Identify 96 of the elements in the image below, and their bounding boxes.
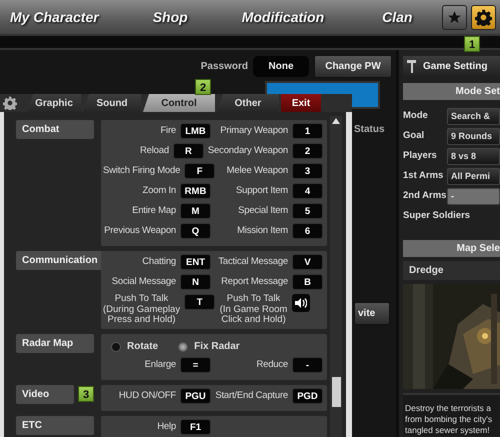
- password-field[interactable]: None: [253, 56, 309, 76]
- key-label: Mission Item: [236, 224, 288, 238]
- key-binding[interactable]: 6: [292, 223, 323, 239]
- key-binding[interactable]: N: [180, 274, 211, 290]
- tab[interactable]: Other: [217, 94, 279, 112]
- callout-badge: 3: [78, 386, 94, 402]
- description-line: Destroy the terrorists a: [405, 403, 492, 414]
- invite-button[interactable]: vite: [354, 302, 390, 325]
- nav-tab[interactable]: Clan: [382, 6, 412, 28]
- key-label: Melee Weapon: [226, 164, 288, 178]
- key-binding[interactable]: V: [292, 254, 323, 270]
- radio-option[interactable]: Fix Radar: [178, 339, 240, 354]
- star-icon: [447, 10, 462, 24]
- column-header: Status: [354, 123, 386, 137]
- key-binding[interactable]: R: [172, 143, 204, 159]
- favorites-button[interactable]: [442, 4, 467, 30]
- dropdown: -: [447, 188, 500, 204]
- nav-tab[interactable]: My Character: [10, 6, 99, 28]
- key-binding[interactable]: 3: [292, 163, 323, 179]
- key-binding[interactable]: =: [180, 356, 211, 372]
- category-label: ETC: [16, 416, 94, 434]
- key-label: Reduce: [255, 358, 288, 372]
- key-binding[interactable]: 1: [292, 123, 323, 139]
- key-binding[interactable]: -: [292, 356, 323, 372]
- section-header: Mode Set: [403, 83, 500, 100]
- scrollbar[interactable]: [330, 116, 342, 437]
- key-label: Push To Talk (In Game Room Click and Hold): [219, 294, 288, 326]
- change-password-button[interactable]: Change PW: [314, 54, 392, 78]
- key-label: Primary Weapon: [219, 124, 288, 138]
- key-label: Zoom In: [142, 184, 176, 198]
- setting-label: Players: [403, 148, 438, 163]
- key-binding[interactable]: PGU: [180, 388, 211, 404]
- key-label: Secondary Weapon: [208, 144, 288, 158]
- key-label: Switch Firing Mode: [103, 164, 180, 178]
- setting-label: Mode: [403, 108, 429, 123]
- key-label: Start/End Capture: [215, 388, 288, 402]
- key-binding[interactable]: T: [184, 294, 216, 310]
- scroll-up-icon[interactable]: [332, 118, 340, 124]
- password-label: Password: [200, 60, 248, 74]
- map-name: Dredge: [403, 261, 500, 280]
- description-line: tangled sewer system!: [405, 425, 491, 436]
- settings-button[interactable]: [471, 4, 496, 30]
- key-label: Tactical Message: [217, 255, 288, 269]
- dropdown[interactable]: Search &: [447, 108, 500, 124]
- panel-title: Game Setting: [423, 60, 488, 74]
- speaker-button[interactable]: [292, 294, 310, 312]
- key-binding[interactable]: RMB: [180, 183, 211, 199]
- callout-badge: 2: [195, 79, 211, 95]
- tab[interactable]: Sound: [83, 94, 141, 112]
- dropdown[interactable]: All Permi: [447, 168, 500, 184]
- setting-label: Super Soldiers: [403, 208, 470, 223]
- tab[interactable]: Graphic: [27, 94, 81, 112]
- key-binding[interactable]: 5: [292, 203, 323, 219]
- key-binding[interactable]: F1: [180, 418, 211, 434]
- key-binding[interactable]: ENT: [180, 254, 211, 270]
- description-line: from bombing the city's: [405, 414, 494, 425]
- key-label: Push To Talk (During Gameplay Press and Hold): [103, 294, 180, 326]
- key-label: Social Message: [110, 275, 176, 289]
- key-label: Help: [156, 420, 176, 434]
- hammer-icon: [407, 59, 417, 73]
- nav-tab[interactable]: Shop: [152, 6, 188, 28]
- key-label: Support Item: [235, 184, 288, 198]
- key-label: Fire: [159, 124, 176, 138]
- settings-icon: [475, 8, 492, 26]
- category-label: Combat: [16, 120, 94, 139]
- scroll-thumb[interactable]: [332, 377, 340, 407]
- key-label: Entire Map: [131, 204, 176, 218]
- setting-label: 1st Arms: [403, 168, 443, 183]
- key-binding[interactable]: 2: [292, 143, 323, 159]
- key-label: Previous Weapon: [103, 224, 176, 238]
- key-binding[interactable]: 4: [292, 183, 323, 199]
- callout-badge: 1: [464, 36, 480, 52]
- key-label: Special Item: [237, 204, 288, 218]
- dropdown[interactable]: 9 Rounds: [447, 128, 500, 144]
- key-binding[interactable]: Q: [180, 223, 211, 239]
- key-label: Report Message: [220, 275, 288, 289]
- category-label: Radar Map: [16, 334, 94, 352]
- key-binding[interactable]: LMB: [180, 123, 211, 139]
- key-binding[interactable]: PGD: [292, 388, 323, 404]
- radio-option[interactable]: Rotate: [111, 339, 158, 354]
- key-binding[interactable]: M: [180, 203, 211, 219]
- key-label: Reload: [139, 144, 169, 158]
- key-label: HUD ON/OFF: [118, 388, 176, 402]
- nav-tab[interactable]: Modification: [242, 6, 324, 28]
- section-header: Map Sele: [403, 240, 500, 257]
- key-label: Enlarge: [144, 358, 176, 372]
- setting-label: Goal: [403, 128, 426, 143]
- settings-icon: [3, 96, 17, 110]
- tab[interactable]: Control: [143, 94, 215, 112]
- key-label: Chatting: [141, 255, 176, 269]
- dropdown[interactable]: 8 vs 8: [447, 148, 500, 164]
- key-binding[interactable]: B: [292, 274, 323, 290]
- key-binding[interactable]: F: [184, 163, 216, 179]
- category-label: Video: [16, 384, 74, 404]
- exit-button[interactable]: Exit: [281, 94, 321, 112]
- category-label: Communication: [16, 251, 104, 270]
